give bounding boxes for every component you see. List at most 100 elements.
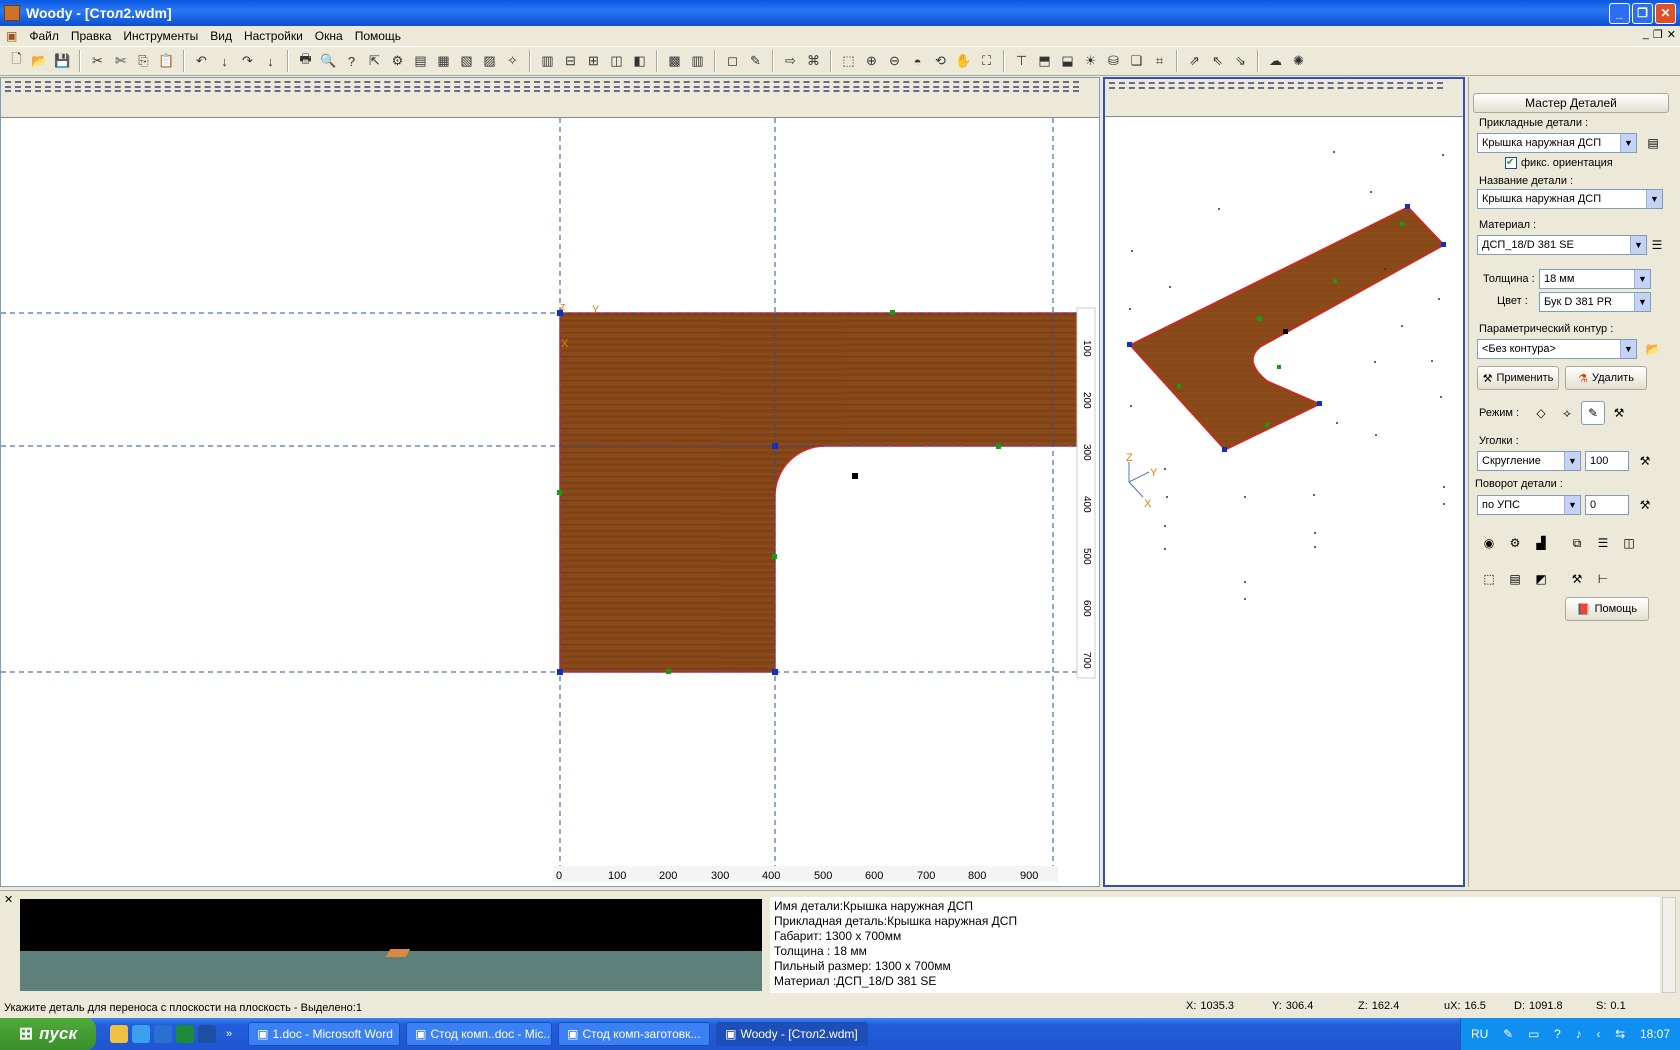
view-top-icon[interactable]: ⊤ (1011, 51, 1032, 72)
wire-icon[interactable]: ⌗ (1149, 51, 1170, 72)
menu-app-icon[interactable]: ▣ (0, 29, 23, 43)
panel-icon[interactable]: ◧ (629, 51, 650, 72)
task-woody[interactable]: ▣ Woody - [Стол2.wdm] (716, 1022, 869, 1046)
start-button[interactable]: ⊞ пуск (0, 1018, 96, 1050)
quicklaunch-more-icon[interactable]: » (226, 1028, 232, 1040)
maximize-button[interactable]: ❐ (1632, 3, 1653, 24)
task-word-1[interactable]: ▣ 1.doc - Microsoft Word (248, 1022, 401, 1046)
properties-icon[interactable]: ▤ (1503, 567, 1527, 591)
rotation-select[interactable]: по УПС ▼ (1477, 495, 1581, 515)
hammer-tool-icon[interactable]: ⚒ (1565, 567, 1589, 591)
gear-icon[interactable]: ⚙ (1503, 531, 1527, 555)
cabinet-icon[interactable]: ▥ (537, 51, 558, 72)
tray-tool-icon[interactable]: ✎ (1503, 1027, 1513, 1041)
delete-button[interactable]: ⚗ Удалить (1565, 366, 1647, 390)
menu-help[interactable]: Помощь (349, 29, 407, 43)
mode-edit-icon[interactable]: ✎ (1581, 401, 1605, 425)
tool-c-icon[interactable]: ▦ (433, 51, 454, 72)
tool-e-icon[interactable]: ▨ (479, 51, 500, 72)
quicklaunch-media-icon[interactable] (110, 1025, 128, 1043)
view-front-icon[interactable]: ⬒ (1034, 51, 1055, 72)
shelf-icon[interactable]: ⊞ (583, 51, 604, 72)
tool-d-icon[interactable]: ▧ (456, 51, 477, 72)
quicklaunch-excel-icon[interactable] (176, 1025, 194, 1043)
chart-icon[interactable]: ▟ (1529, 531, 1553, 555)
drawer-icon[interactable]: ⊟ (560, 51, 581, 72)
fix-orientation-checkbox[interactable]: ✔ фикс. ориентация (1505, 157, 1613, 169)
menu-edit[interactable]: Правка (65, 29, 118, 43)
mdi-close-button[interactable]: ✕ (1667, 28, 1676, 41)
tray-monitor-icon[interactable]: ▭ (1528, 1027, 1539, 1041)
undo-list-icon[interactable]: ↓ (214, 51, 235, 72)
tray-back-icon[interactable]: ‹ (1596, 1027, 1600, 1041)
copy-icon[interactable]: ⎘ (133, 51, 154, 72)
redo-icon[interactable]: ↷ (237, 51, 258, 72)
mdi-restore-button[interactable]: ❐ (1653, 28, 1663, 41)
cut-icon[interactable]: ✂ (87, 51, 108, 72)
wizard-title-button[interactable]: Мастер Деталей (1473, 93, 1669, 113)
applied-props-icon[interactable]: ▤ (1641, 131, 1665, 155)
tray-network-icon[interactable]: ⇆ (1615, 1027, 1625, 1041)
redo-list-icon[interactable]: ↓ (260, 51, 281, 72)
tool-a-icon[interactable]: ⚙ (387, 51, 408, 72)
align-icon[interactable]: ☰ (1591, 531, 1615, 555)
info-scrollbar[interactable] (1662, 897, 1676, 993)
open-folder-icon[interactable]: 📂 (29, 51, 50, 72)
corners-apply-icon[interactable]: ⚒ (1633, 449, 1657, 473)
quicklaunch-word-icon[interactable] (198, 1025, 216, 1043)
view-iso-icon[interactable]: ⬓ (1057, 51, 1078, 72)
mirror-icon[interactable]: ◩ (1529, 567, 1553, 591)
mdi-minimize-button[interactable]: _ (1643, 28, 1649, 41)
tree-icon[interactable]: ⌘ (803, 51, 824, 72)
export-b-icon[interactable]: ⇖ (1207, 51, 1228, 72)
tray-volume-icon[interactable]: ♪ (1576, 1027, 1582, 1041)
tray-help-icon[interactable]: ? (1554, 1027, 1561, 1041)
help-icon[interactable]: ? (341, 51, 362, 72)
mode-edge-icon[interactable]: ⟡ (1555, 401, 1579, 425)
split-icon[interactable]: ◫ (1617, 531, 1641, 555)
material-list-icon[interactable]: ☰ (1649, 233, 1665, 257)
color-select[interactable]: Бук D 381 PR ▼ (1539, 292, 1651, 312)
top-view-2d[interactable]: z Y X 0 100 200 300 400 500 600 700 800 … (0, 77, 1100, 887)
paste-icon[interactable]: 📋 (156, 51, 177, 72)
sun-icon[interactable]: ✺ (1288, 51, 1309, 72)
fit-icon[interactable]: ⛶ (976, 51, 997, 72)
mode-plane-icon[interactable]: ◇ (1529, 401, 1553, 425)
measure-icon[interactable]: ⊢ (1591, 567, 1615, 591)
menu-file[interactable]: Файл (23, 29, 65, 43)
contour-folder-icon[interactable]: 📂 (1641, 337, 1665, 361)
contour-select[interactable]: <Без контура> ▼ (1477, 339, 1637, 359)
select-icon[interactable]: ⬚ (838, 51, 859, 72)
undo-icon[interactable]: ↶ (191, 51, 212, 72)
bottom-close-icon[interactable]: ✕ (4, 893, 13, 906)
print-preview-icon[interactable]: 🔍 (318, 51, 339, 72)
drawing-canvas[interactable]: z Y X (1, 78, 1099, 886)
menu-view[interactable]: Вид (204, 29, 238, 43)
export-c-icon[interactable]: ⇘ (1230, 51, 1251, 72)
select-all-icon[interactable]: ⬚ (1477, 567, 1501, 591)
menu-tools[interactable]: Инструменты (117, 29, 204, 43)
menu-windows[interactable]: Окна (309, 29, 349, 43)
scissors-icon[interactable]: ✄ (110, 51, 131, 72)
save-icon[interactable]: 💾 (52, 51, 73, 72)
context-help-icon[interactable]: ⇱ (364, 51, 385, 72)
name-select[interactable]: Крышка наружная ДСП ▼ (1477, 189, 1663, 209)
export-a-icon[interactable]: ⇗ (1184, 51, 1205, 72)
render-icon[interactable]: ☁ (1265, 51, 1286, 72)
language-indicator[interactable]: RU (1471, 1027, 1488, 1041)
door-icon[interactable]: ◫ (606, 51, 627, 72)
wand-icon[interactable]: ✧ (502, 51, 523, 72)
material-select[interactable]: ДСП_18/D 381 SE ▼ (1477, 235, 1647, 255)
view-a-icon[interactable]: ◓ (907, 51, 928, 72)
corners-select[interactable]: Скругление ▼ (1477, 451, 1581, 471)
help-button[interactable]: 📕 Помощь (1565, 597, 1649, 621)
box-icon[interactable]: ◻ (722, 51, 743, 72)
menu-settings[interactable]: Настройки (238, 29, 309, 43)
compass-icon[interactable]: ◉ (1477, 531, 1501, 555)
iso-view-3d[interactable]: Z Y X (1103, 77, 1465, 887)
corners-radius-input[interactable]: 100 (1585, 451, 1629, 471)
task-word-3[interactable]: ▣ Стод комп-заготовк... (558, 1022, 711, 1046)
cylinder-icon[interactable]: ⛁ (1103, 51, 1124, 72)
view3d-icon[interactable]: ⧉ (1565, 531, 1589, 555)
rotate-icon[interactable]: ⟲ (930, 51, 951, 72)
